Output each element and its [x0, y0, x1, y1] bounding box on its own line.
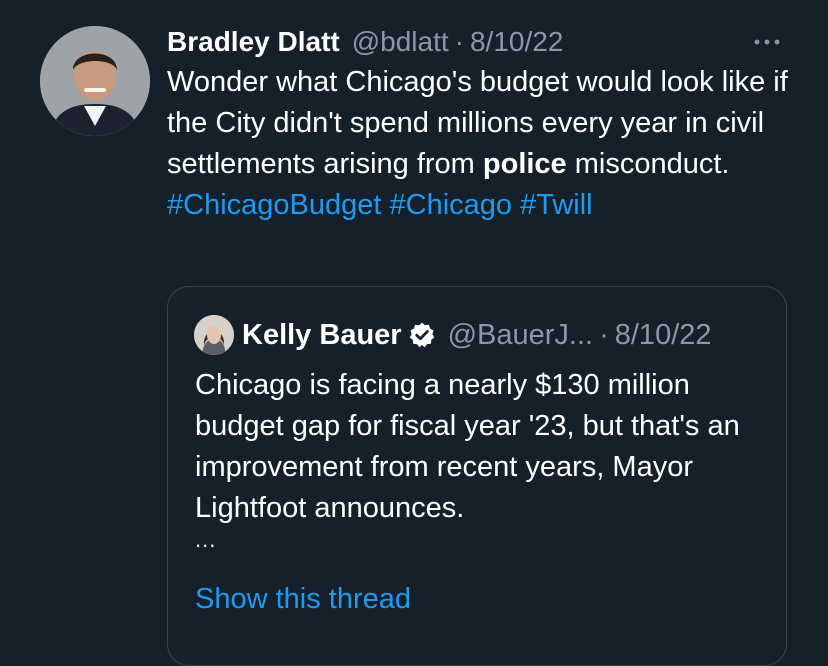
show-thread-link[interactable]: Show this thread	[195, 583, 411, 616]
hashtag-link[interactable]: #Chicago	[390, 189, 513, 221]
quoted-author-avatar[interactable]	[194, 315, 234, 355]
quoted-tweet-date[interactable]: 8/10/22	[615, 319, 712, 352]
quoted-tweet-text: Chicago is facing a nearly $130 million …	[195, 369, 740, 524]
quoted-tweet-card[interactable]: Kelly Bauer @BauerJ... · 8/10/22 Chicago…	[167, 286, 787, 666]
author-name[interactable]: Bradley Dlatt	[167, 26, 340, 58]
quoted-separator-dot: ·	[599, 318, 609, 351]
tweet-text-part2: misconduct.	[566, 148, 730, 180]
quoted-tweet-ellipsis: ...	[195, 527, 217, 552]
tweet-text-bold: police	[482, 148, 567, 180]
more-horizontal-icon	[754, 39, 780, 45]
tweet-text: Wonder what Chicago's budget would look …	[167, 62, 797, 226]
author-avatar[interactable]	[40, 26, 150, 136]
author-handle[interactable]: @bdlatt	[352, 26, 449, 58]
hashtag-link[interactable]: #Twill	[520, 189, 593, 221]
quoted-avatar-photo	[194, 315, 234, 355]
tweet[interactable]: Bradley Dlatt @bdlatt · 8/10/22 Wonder w…	[0, 0, 828, 666]
quoted-author-handle[interactable]: @BauerJ...	[448, 319, 594, 352]
hashtag-link[interactable]: #ChicagoBudget	[167, 189, 381, 221]
quoted-tweet-header: Kelly Bauer @BauerJ... · 8/10/22	[194, 315, 712, 355]
avatar-photo	[40, 26, 150, 136]
more-options-button[interactable]	[747, 22, 787, 62]
tweet-header: Bradley Dlatt @bdlatt · 8/10/22	[167, 22, 788, 62]
tweet-date[interactable]: 8/10/22	[470, 26, 563, 58]
quoted-author-name[interactable]: Kelly Bauer	[242, 319, 402, 352]
verified-badge-icon	[409, 322, 434, 348]
separator-dot: ·	[454, 26, 464, 57]
